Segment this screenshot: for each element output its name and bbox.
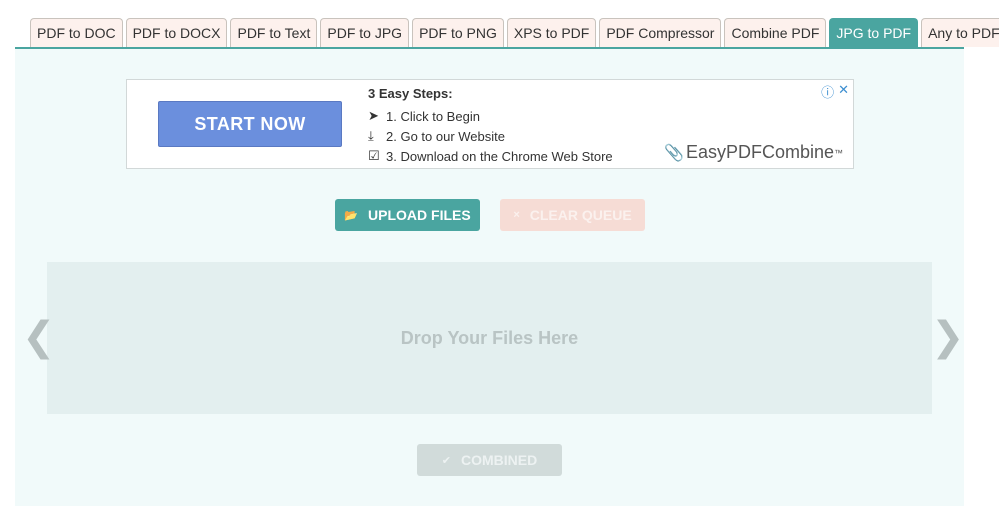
checkmark-icon: ✔ (441, 454, 451, 467)
prev-arrow-icon[interactable]: ❮ (22, 315, 56, 359)
tab-pdf-compressor[interactable]: PDF Compressor (599, 18, 722, 47)
checkbox-icon: ☑ (368, 148, 380, 163)
ad-banner[interactable]: START NOW 3 Easy Steps: ➤ 1. Click to Be… (126, 79, 854, 169)
combined-button[interactable]: ✔ COMBINED (417, 444, 562, 476)
combined-label: COMBINED (460, 452, 538, 468)
ad-step-text: 2. Go to our Website (386, 128, 505, 144)
upload-files-button[interactable]: 📂 UPLOAD FILES (335, 199, 480, 231)
tab-any-to-pdf[interactable]: Any to PDF (921, 18, 999, 47)
info-icon[interactable]: ⓘ (821, 82, 834, 101)
upload-files-label: UPLOAD FILES (368, 207, 471, 223)
tab-jpg-to-pdf[interactable]: JPG to PDF (829, 18, 919, 47)
ad-brand-trademark: ™ (834, 147, 843, 158)
clear-queue-label: CLEAR QUEUE (529, 207, 632, 223)
ad-brand-logo: 📎 EasyPDFCombine ™ (664, 142, 843, 163)
tab-xps-to-pdf[interactable]: XPS to PDF (506, 18, 597, 47)
close-icon[interactable]: ✕ (838, 82, 849, 101)
next-arrow-icon[interactable]: ❯ (931, 315, 965, 359)
paperclip-icon: 📎 (664, 144, 684, 162)
ad-step: ⤓ 2. Go to our Website (368, 126, 613, 146)
file-dropzone[interactable]: Drop Your Files Here (47, 262, 932, 414)
close-icon: × (513, 209, 520, 221)
ad-step-text: 3. Download on the Chrome Web Store (386, 148, 613, 164)
clear-queue-button[interactable]: × CLEAR QUEUE (500, 199, 645, 231)
ad-step: ➤ 1. Click to Begin (368, 106, 613, 126)
folder-open-icon: 📂 (344, 209, 359, 222)
tab-pdf-to-text[interactable]: PDF to Text (230, 18, 318, 47)
tab-combine-pdf[interactable]: Combine PDF (724, 18, 827, 47)
ad-controls: ⓘ ✕ (821, 82, 849, 101)
ad-step-text: 1. Click to Begin (386, 108, 480, 124)
download-arrow-icon: ⤓ (368, 128, 374, 143)
converter-tabs: PDF to DOC PDF to DOCX PDF to Text PDF to J… (30, 18, 999, 47)
tab-pdf-to-docx[interactable]: PDF to DOCX (125, 18, 228, 47)
ad-steps: 3 Easy Steps: ➤ 1. Click to Begin ⤓ 2. G… (368, 86, 613, 166)
ad-start-now-button[interactable]: START NOW (158, 101, 342, 147)
cursor-icon: ➤ (368, 108, 379, 123)
tab-pdf-to-jpg[interactable]: PDF to JPG (320, 18, 410, 47)
ad-steps-heading: 3 Easy Steps: (368, 86, 453, 101)
tab-pdf-to-doc[interactable]: PDF to DOC (30, 18, 123, 47)
tab-pdf-to-png[interactable]: PDF to PNG (412, 18, 504, 47)
ad-step: ☑ 3. Download on the Chrome Web Store (368, 146, 613, 166)
ad-brand-name: EasyPDFCombine (685, 142, 834, 162)
dropzone-text: Drop Your Files Here (400, 327, 579, 348)
